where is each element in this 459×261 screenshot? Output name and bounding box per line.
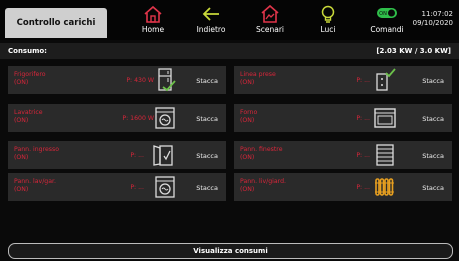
load-power: P: ... bbox=[130, 184, 144, 191]
load-card-oven: Forno (ON) P: ... Stacca bbox=[234, 104, 452, 132]
top-bar: Controllo carichi Home Indietro Scenari … bbox=[0, 0, 459, 40]
nav-home[interactable]: Home bbox=[126, 4, 180, 40]
clock: 11:07:02 09/10/2020 bbox=[413, 10, 453, 28]
window-blind-icon bbox=[376, 144, 394, 166]
detach-button[interactable]: Stacca bbox=[196, 184, 218, 192]
washing-machine-icon bbox=[155, 107, 175, 129]
load-name: Lavatrice (ON) bbox=[14, 109, 43, 124]
load-name: Forno (ON) bbox=[240, 109, 258, 124]
load-power: P: 1600 W bbox=[122, 115, 154, 122]
detach-button[interactable]: Stacca bbox=[422, 77, 444, 85]
load-card-laundry-panel: Pann. lav/gar. (ON) P: ... Stacca bbox=[8, 173, 226, 201]
nav-lights-label: Luci bbox=[320, 25, 336, 34]
door-icon bbox=[153, 145, 173, 166]
nav-back[interactable]: Indietro bbox=[184, 4, 238, 40]
lightbulb-icon bbox=[321, 5, 335, 23]
detach-button[interactable]: Stacca bbox=[196, 77, 218, 85]
oven-icon bbox=[374, 108, 396, 128]
consumption-value: [2.03 KW / 3.0 KW] bbox=[376, 47, 451, 55]
load-power: P: ... bbox=[356, 115, 370, 122]
nav-back-label: Indietro bbox=[196, 25, 226, 34]
load-card-sockets: Linea prese (ON) P: ... Stacca bbox=[234, 66, 452, 94]
load-power: P: ... bbox=[356, 152, 370, 159]
load-power: P: ... bbox=[130, 152, 144, 159]
toggle-switch-text: ON bbox=[379, 11, 387, 17]
socket-icon bbox=[376, 68, 396, 91]
page-title: Controllo carichi bbox=[5, 8, 107, 38]
nav-scenes-label: Scenari bbox=[255, 25, 284, 34]
nav-lights[interactable]: Luci bbox=[301, 4, 355, 40]
washing-machine-icon bbox=[155, 176, 175, 198]
load-name: Linea prese (ON) bbox=[240, 71, 276, 86]
nav-commands-label: Comandi bbox=[370, 25, 404, 34]
consumption-header: Consumo: [2.03 KW / 3.0 KW] bbox=[0, 43, 459, 59]
detach-button[interactable]: Stacca bbox=[422, 184, 444, 192]
load-name: Pann. finestre (ON) bbox=[240, 146, 283, 161]
back-arrow-icon bbox=[202, 7, 219, 21]
load-name: Frigorifero (ON) bbox=[14, 71, 46, 86]
load-card-living-panel: Pann. liv/giard. (ON) P: ... Stacca bbox=[234, 173, 452, 201]
detach-button[interactable]: Stacca bbox=[196, 152, 218, 160]
load-power: P: ... bbox=[356, 184, 370, 191]
nav-scenes[interactable]: Scenari bbox=[243, 4, 297, 40]
load-name: Pann. liv/giard. (ON) bbox=[240, 178, 286, 193]
load-name: Pann. ingresso (ON) bbox=[14, 146, 60, 161]
scenes-icon bbox=[261, 4, 279, 23]
show-consumption-button[interactable]: Visualizza consumi bbox=[8, 243, 453, 259]
fridge-icon bbox=[158, 68, 176, 92]
clock-date: 09/10/2020 bbox=[412, 19, 453, 27]
detach-button[interactable]: Stacca bbox=[422, 115, 444, 123]
load-card-windows-panel: Pann. finestre (ON) P: ... Stacca bbox=[234, 141, 452, 169]
load-name: Pann. lav/gar. (ON) bbox=[14, 178, 56, 193]
nav-commands[interactable]: ON Comandi bbox=[360, 4, 414, 40]
clock-time: 11:07:02 bbox=[421, 10, 453, 18]
toggle-switch-icon: ON bbox=[377, 8, 397, 18]
load-power: P: 430 W bbox=[126, 77, 154, 84]
detach-button[interactable]: Stacca bbox=[196, 115, 218, 123]
radiator-icon bbox=[375, 178, 394, 196]
load-card-fridge: Frigorifero (ON) P: 430 W Stacca bbox=[8, 66, 226, 94]
detach-button[interactable]: Stacca bbox=[422, 152, 444, 160]
consumption-label: Consumo: bbox=[8, 47, 47, 55]
home-icon bbox=[144, 5, 162, 23]
load-card-washer: Lavatrice (ON) P: 1600 W Stacca bbox=[8, 104, 226, 132]
nav-home-label: Home bbox=[141, 25, 165, 34]
load-power: P: ... bbox=[356, 77, 370, 84]
load-card-entrance-panel: Pann. ingresso (ON) P: ... Stacca bbox=[8, 141, 226, 169]
